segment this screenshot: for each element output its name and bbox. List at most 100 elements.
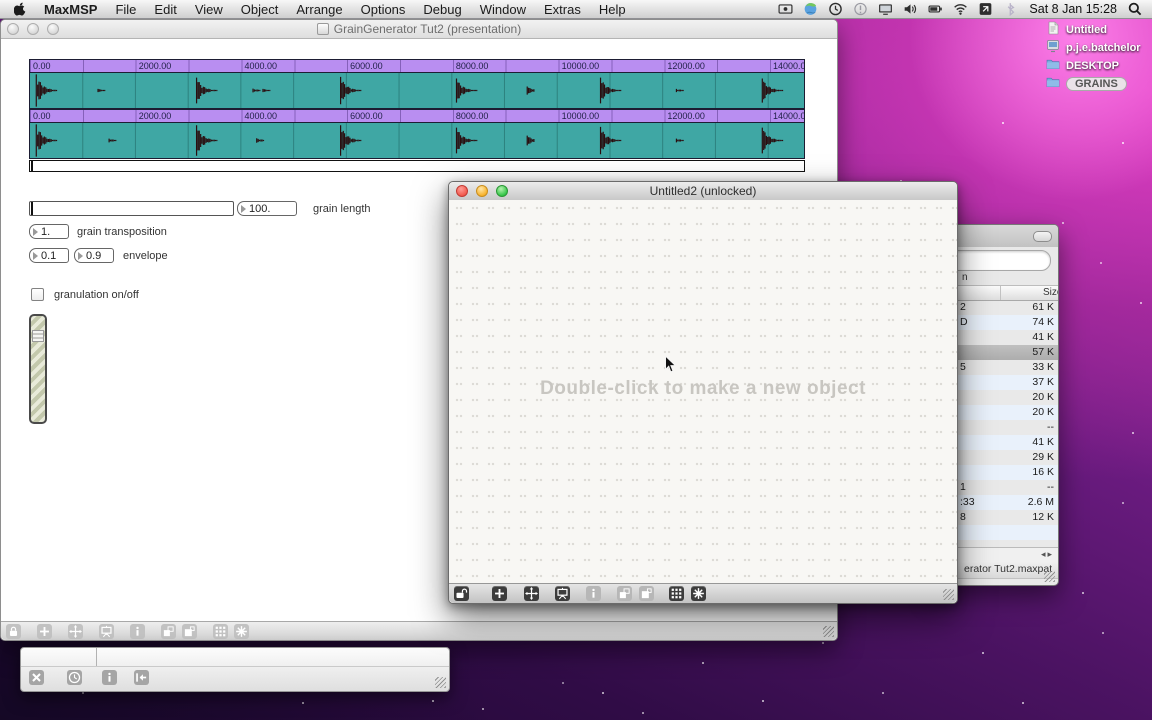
desktop-icon-grains[interactable]: GRAINS	[1046, 76, 1127, 92]
zoom-button[interactable]	[47, 23, 59, 35]
envelope-decay-numberbox[interactable]: 0.9	[74, 248, 114, 263]
size-column-header[interactable]: Size	[1043, 287, 1058, 298]
slider-handle[interactable]	[32, 330, 44, 342]
paste-two-icon[interactable]	[182, 624, 197, 639]
document-icon	[1046, 21, 1060, 40]
desktop: GrainGenerator Tut2 (presentation) 0.00 2…	[0, 0, 1152, 720]
scroll-arrows-icon[interactable]: ◂▸	[1041, 549, 1054, 560]
search-field[interactable]	[943, 250, 1051, 271]
info-icon[interactable]	[586, 586, 601, 601]
granulation-checkbox[interactable]	[31, 288, 44, 301]
graingenerator-titlebar[interactable]: GrainGenerator Tut2 (presentation)	[1, 20, 837, 39]
paste-one-icon[interactable]	[617, 586, 632, 601]
patcher-canvas[interactable]: Double-click to make a new object	[449, 200, 957, 584]
ruler-label: 8000.00	[455, 61, 489, 71]
volume-slider[interactable]	[29, 314, 47, 424]
lock-open-icon[interactable]	[454, 586, 469, 601]
waveform-display-1[interactable]	[29, 72, 805, 109]
input-menu-icon[interactable]	[978, 2, 993, 16]
file-row-size: 20 K	[1032, 406, 1054, 418]
window-proxy-icon	[316, 23, 329, 35]
resize-grip[interactable]	[943, 589, 954, 600]
resize-grip[interactable]	[823, 626, 834, 637]
file-row-fragment: 2	[960, 301, 966, 313]
menubar-clock[interactable]: Sat 8 Jan 15:28	[1027, 2, 1119, 16]
time-machine-icon[interactable]	[828, 2, 843, 16]
column-divider[interactable]	[1000, 286, 1001, 300]
desktop-icon-label: Untitled	[1066, 24, 1107, 36]
info-icon[interactable]	[130, 624, 145, 639]
lock-closed-icon[interactable]	[6, 624, 21, 639]
minimize-button[interactable]	[27, 23, 39, 35]
displays-icon[interactable]	[878, 2, 893, 16]
volume-icon[interactable]	[903, 2, 918, 16]
clock-icon[interactable]	[67, 670, 82, 685]
paste-one-icon[interactable]	[161, 624, 176, 639]
numberbox-triangle-icon	[33, 251, 38, 260]
pattr-icon[interactable]	[691, 586, 706, 601]
network-globe-icon[interactable]	[803, 2, 818, 16]
close-icon[interactable]	[29, 670, 44, 685]
pattr-icon[interactable]	[234, 624, 249, 639]
presentation-icon[interactable]	[99, 624, 114, 639]
desktop-icon-label: p.j.e.batchelor	[1066, 42, 1141, 54]
file-row-size: --	[1047, 421, 1054, 433]
menubar-status-area: Sat 8 Jan 15:28	[778, 2, 1146, 16]
desktop-icon-p.j.e.batchelor[interactable]: p.j.e.batchelor	[1046, 39, 1141, 56]
grain-length-slider[interactable]	[29, 201, 234, 216]
window-title: GrainGenerator Tut2 (presentation)	[333, 22, 522, 36]
menu-edit[interactable]: Edit	[145, 0, 185, 19]
playback-position-slider[interactable]	[29, 160, 805, 172]
file-row-size: 33 K	[1032, 361, 1054, 373]
envelope-attack-numberbox[interactable]: 0.1	[29, 248, 69, 263]
menu-arrange[interactable]: Arrange	[287, 0, 351, 19]
file-row-size: 37 K	[1032, 376, 1054, 388]
granulation-label: granulation on/off	[54, 289, 139, 301]
info-icon[interactable]	[102, 670, 117, 685]
presentation-icon[interactable]	[555, 586, 570, 601]
battery-icon[interactable]	[928, 2, 943, 16]
grid-icon[interactable]	[213, 624, 228, 639]
desktop-icon-untitled[interactable]: Untitled	[1046, 21, 1107, 40]
grid-icon[interactable]	[669, 586, 684, 601]
plus-icon[interactable]	[492, 586, 507, 601]
back-icon[interactable]	[134, 670, 149, 685]
minimize-button[interactable]	[476, 185, 488, 197]
menu-window[interactable]: Window	[471, 0, 535, 19]
grain-transposition-numberbox[interactable]: 1.	[29, 224, 69, 239]
patcher-titlebar[interactable]: Untitled2 (unlocked)	[449, 182, 957, 201]
move-icon[interactable]	[524, 586, 539, 601]
ruler-label: 12000.00	[667, 111, 705, 121]
close-button[interactable]	[7, 23, 19, 35]
ruler-label: 4000.00	[244, 111, 277, 121]
menu-file[interactable]: File	[106, 0, 145, 19]
menu-maxmsp[interactable]: MaxMSP	[35, 0, 106, 19]
spotlight-icon[interactable]	[1128, 2, 1142, 16]
wifi-icon[interactable]	[953, 2, 968, 16]
envelope-attack-value: 0.1	[41, 249, 57, 262]
menu-debug[interactable]: Debug	[414, 0, 470, 19]
zoom-button[interactable]	[496, 185, 508, 197]
resize-grip[interactable]	[1044, 571, 1055, 582]
menu-help[interactable]: Help	[590, 0, 635, 19]
folder-icon	[1046, 57, 1060, 76]
screen-share-icon[interactable]	[778, 2, 793, 16]
plus-icon[interactable]	[37, 624, 52, 639]
desktop-icon-desktop[interactable]: DESKTOP	[1046, 58, 1119, 74]
bluetooth-icon[interactable]	[1003, 2, 1018, 16]
file-row-fragment: D	[960, 316, 968, 328]
close-button[interactable]	[456, 185, 468, 197]
grain-length-numberbox[interactable]: 100.	[237, 201, 297, 216]
menu-view[interactable]: View	[186, 0, 232, 19]
waveform-display-2[interactable]	[29, 122, 805, 159]
menu-object[interactable]: Object	[232, 0, 288, 19]
apple-menu[interactable]	[6, 2, 35, 17]
alert-icon[interactable]	[853, 2, 868, 16]
resize-grip[interactable]	[435, 677, 446, 688]
move-icon[interactable]	[68, 624, 83, 639]
patcher-window: Untitled2 (unlocked) Double-click to mak…	[448, 181, 958, 604]
paste-two-icon[interactable]	[639, 586, 654, 601]
toolbar-toggle-button[interactable]	[1033, 231, 1052, 242]
menu-options[interactable]: Options	[352, 0, 415, 19]
menu-extras[interactable]: Extras	[535, 0, 590, 19]
